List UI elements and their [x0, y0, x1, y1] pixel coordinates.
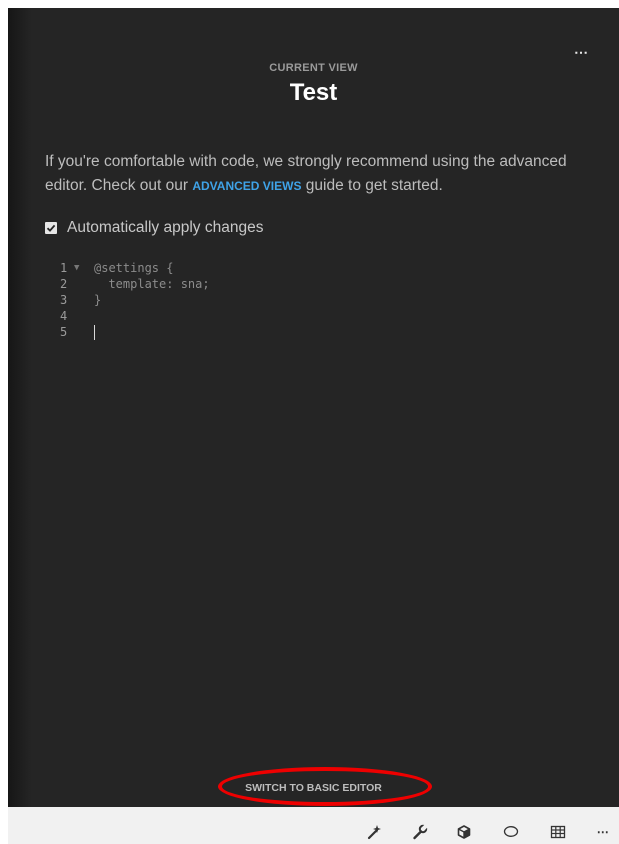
- panel-shadow: [8, 8, 32, 807]
- current-view-panel: ⋯ CURRENT VIEW Test If you're comfortabl…: [8, 8, 619, 807]
- description-text-end: guide to get started.: [301, 177, 443, 194]
- editor-line: 3 }: [60, 292, 600, 308]
- text-cursor: [94, 325, 95, 340]
- wrench-icon[interactable]: [410, 822, 430, 842]
- more-icon[interactable]: ⋯: [593, 822, 613, 842]
- line-number: 1: [60, 261, 68, 275]
- advanced-editor-description: If you're comfortable with code, we stro…: [45, 150, 605, 198]
- code-text: }: [94, 293, 102, 307]
- line-number: 3: [60, 293, 68, 307]
- checkmark-icon: [46, 224, 56, 232]
- line-number: 5: [60, 325, 68, 339]
- advanced-views-link[interactable]: ADVANCED VIEWS: [192, 179, 301, 193]
- current-view-label: CURRENT VIEW: [269, 62, 358, 74]
- fold-arrow-icon[interactable]: ▼: [74, 260, 79, 276]
- highlight-circle: [218, 767, 432, 806]
- code-editor[interactable]: 1 ▼ @settings { 2 template: sna; 3 } 4 5: [60, 260, 600, 760]
- cube-icon[interactable]: [454, 822, 474, 842]
- magic-wand-icon[interactable]: [364, 822, 384, 842]
- editor-line: 1 ▼ @settings {: [60, 260, 600, 276]
- editor-line: 4: [60, 308, 600, 324]
- editor-line: 5: [60, 324, 600, 340]
- editor-line: 2 template: sna;: [60, 276, 600, 292]
- more-options-icon[interactable]: ⋯: [574, 44, 589, 61]
- line-number: 2: [60, 277, 68, 291]
- bottom-toolbar: ⋯: [8, 807, 619, 844]
- line-number: 4: [60, 309, 68, 323]
- table-icon[interactable]: [548, 822, 568, 842]
- code-text: [94, 324, 95, 340]
- auto-apply-option[interactable]: Automatically apply changes: [45, 219, 263, 237]
- auto-apply-label: Automatically apply changes: [67, 219, 264, 236]
- view-title: Test: [289, 79, 338, 106]
- code-text: @settings {: [94, 261, 174, 275]
- code-text: template: sna;: [94, 277, 210, 291]
- auto-apply-checkbox[interactable]: [45, 222, 57, 234]
- comment-icon[interactable]: [501, 822, 521, 842]
